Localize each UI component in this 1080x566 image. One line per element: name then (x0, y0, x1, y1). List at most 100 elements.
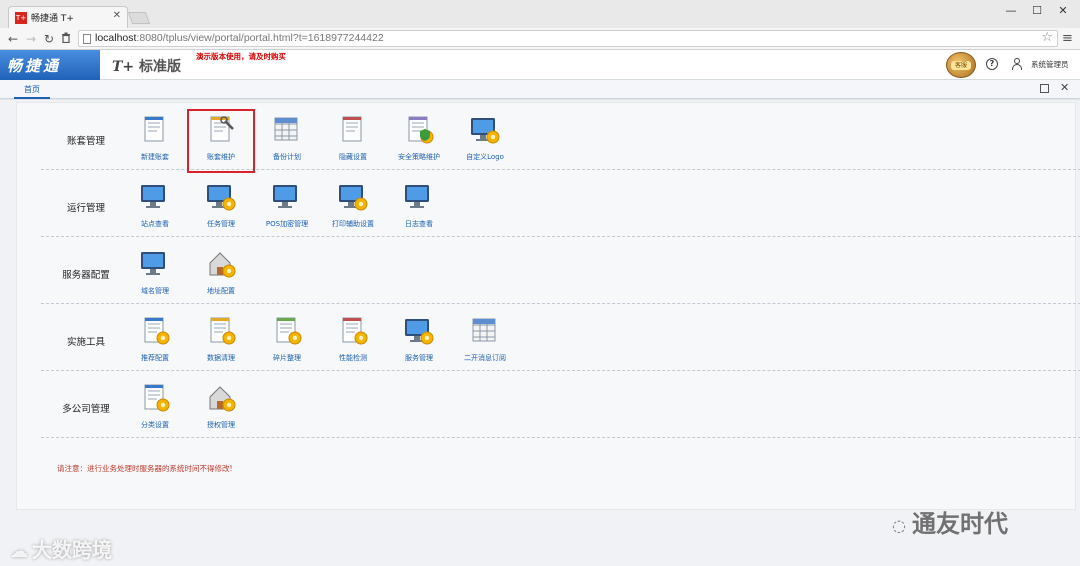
portal-item-label: 安全策略维护 (398, 153, 440, 161)
portal-item[interactable]: 任务管理 (189, 180, 253, 232)
security-policy-icon (403, 115, 435, 145)
app-header: 畅捷通 T+ 标准版 演示版本使用，请及时购买 客服 ? 系统管理员 (0, 50, 1080, 80)
portal-item-label: 隐藏设置 (339, 153, 367, 161)
portal-item[interactable]: 服务管理 (387, 314, 451, 366)
portal-item-label: 新建账套 (141, 153, 169, 161)
portal-item-label: 碎片整理 (273, 354, 301, 362)
url-path: :8080/tplus/view/portal/portal.html?t=16… (136, 32, 384, 44)
portal-item[interactable]: 碎片整理 (255, 314, 319, 366)
hide-settings-icon (337, 115, 369, 145)
portal-item-label: 授权管理 (207, 421, 235, 429)
portal-item[interactable]: 推荐配置 (123, 314, 187, 366)
custom-logo-icon (469, 115, 501, 145)
reload-icon[interactable]: ↻ (44, 31, 54, 47)
portal-item[interactable]: 分类设置 (123, 381, 187, 433)
portal-item-label: 自定义Logo (466, 153, 504, 161)
brand-text: 畅捷通 (7, 57, 62, 75)
portal-item[interactable]: 备份计划 (255, 113, 319, 165)
portal-item[interactable]: 授权管理 (189, 381, 253, 433)
watermark-left: ☁ 大数跨境 (10, 534, 112, 563)
new-tab-button[interactable] (127, 12, 151, 24)
watermark-left-text: 大数跨境 (32, 538, 112, 562)
section-title: 账套管理 (66, 136, 105, 147)
close-page-icon[interactable]: ✕ (1060, 81, 1069, 94)
portal-item-label: 数据清理 (207, 354, 235, 362)
recommended-config-icon (139, 316, 171, 346)
task-management-icon (205, 182, 237, 212)
portal-item-label: 站点查看 (141, 220, 169, 228)
trash-icon[interactable] (61, 31, 71, 47)
portal-item[interactable]: 性能检测 (321, 314, 385, 366)
portal-item[interactable]: 新建账套 (123, 113, 187, 165)
portal-item[interactable]: 站点查看 (123, 180, 187, 232)
tplus-favicon-icon: T+ (15, 12, 27, 24)
portal-item-label: 打印辅助设置 (332, 220, 374, 228)
portal-content: 账套管理新建账套 账套维护 备份计划 隐藏设置 安全策略维护 自定义Logo 运行管理站点查… (16, 102, 1080, 510)
user-name[interactable]: 系统管理员 (1031, 59, 1069, 70)
portal-item-label: 服务管理 (405, 354, 433, 362)
url-text: localhost:8080/tplus/view/portal/portal.… (95, 32, 384, 44)
portal-item-label: 任务管理 (207, 220, 235, 228)
portal-item[interactable]: 地址配置 (189, 247, 253, 299)
domain-management-icon (139, 249, 171, 279)
portal-item-label: 性能检测 (339, 354, 367, 362)
product-edition: 标准版 (139, 59, 182, 75)
portal-item[interactable]: 日志查看 (387, 180, 451, 232)
backup-plan-icon (271, 115, 303, 145)
url-input[interactable]: localhost:8080/tplus/view/portal/portal.… (78, 30, 1058, 47)
portal-item[interactable]: 隐藏设置 (321, 113, 385, 165)
section-title: 实施工具 (66, 337, 105, 348)
mascot-tag: 客服 (951, 61, 971, 70)
highlight-box (187, 109, 255, 173)
brand-logo: 畅捷通 (0, 50, 100, 80)
watermark-right: ◌ 通友时代 (892, 504, 1008, 539)
watermark-logo-icon: ☁ (10, 541, 28, 562)
portal-item-label: 二开消息订阅 (464, 354, 506, 362)
tab-close-icon[interactable]: ✕ (113, 10, 121, 21)
section-row: 账套管理新建账套 账套维护 备份计划 隐藏设置 安全策略维护 自定义Logo (41, 103, 1080, 173)
tab-home[interactable]: 首页 (14, 82, 50, 99)
section-row: 实施工具推荐配置 数据清理 碎片整理 性能检测 服务管理 二开消息订阅 (41, 304, 1080, 371)
support-mascot-icon[interactable]: 客服 (946, 52, 976, 78)
notice-text: 请注意：进行业务处理时服务器的系统时间不得修改! (57, 464, 233, 473)
address-bar-row: ← → ↻ localhost:8080/tplus/view/portal/p… (0, 28, 1080, 50)
performance-check-icon (337, 316, 369, 346)
category-settings-icon (139, 383, 171, 413)
section-title: 运行管理 (66, 203, 105, 214)
bookmark-star-icon[interactable]: ☆ (1041, 30, 1053, 45)
portal-item-label: 日志查看 (405, 220, 433, 228)
section-row: 服务器配置 域名管理 地址配置 (41, 237, 1080, 304)
message-subscription-icon (469, 316, 501, 346)
portal-item-label: 推荐配置 (141, 354, 169, 362)
product-title: T+ 标准版 (112, 56, 181, 76)
main-area: 账套管理新建账套 账套维护 备份计划 隐藏设置 安全策略维护 自定义Logo 运行管理站点查… (0, 100, 1080, 566)
browser-tab-title: 畅捷通 T+ (31, 14, 74, 24)
section-title: 服务器配置 (62, 270, 110, 281)
user-icon[interactable] (1011, 58, 1023, 70)
fullscreen-icon[interactable] (1040, 84, 1049, 93)
window-close-button[interactable]: ✕ (1048, 2, 1078, 20)
browser-tab[interactable]: T+ 畅捷通 T+ ✕ (8, 6, 128, 28)
portal-item[interactable]: 安全策略维护 (387, 113, 451, 165)
help-icon[interactable]: ? (986, 58, 998, 70)
forward-arrow-icon[interactable]: → (26, 31, 36, 47)
address-config-icon (205, 249, 237, 279)
defragment-icon (271, 316, 303, 346)
portal-item[interactable]: 账套维护 (187, 109, 255, 173)
section-title: 多公司管理 (62, 404, 110, 415)
back-arrow-icon[interactable]: ← (8, 31, 18, 47)
section-row: 多公司管理 分类设置 授权管理 (41, 371, 1080, 438)
pos-encryption-icon (271, 182, 303, 212)
log-view-icon (403, 182, 435, 212)
service-management-icon (403, 316, 435, 346)
portal-item[interactable]: POS加密管理 (255, 180, 319, 232)
menu-icon[interactable]: ≡ (1062, 31, 1073, 47)
portal-item[interactable]: 数据清理 (189, 314, 253, 366)
portal-item[interactable]: 打印辅助设置 (321, 180, 385, 232)
portal-item[interactable]: 域名管理 (123, 247, 187, 299)
portal-item[interactable]: 自定义Logo (453, 113, 517, 165)
page-tab-bar: 首页 ✕ (0, 80, 1080, 99)
site-view-icon (139, 182, 171, 212)
section-row: 运行管理站点查看 任务管理 POS加密管理 打印辅助设置 日志查看 (41, 170, 1080, 237)
portal-item[interactable]: 二开消息订阅 (453, 314, 517, 366)
